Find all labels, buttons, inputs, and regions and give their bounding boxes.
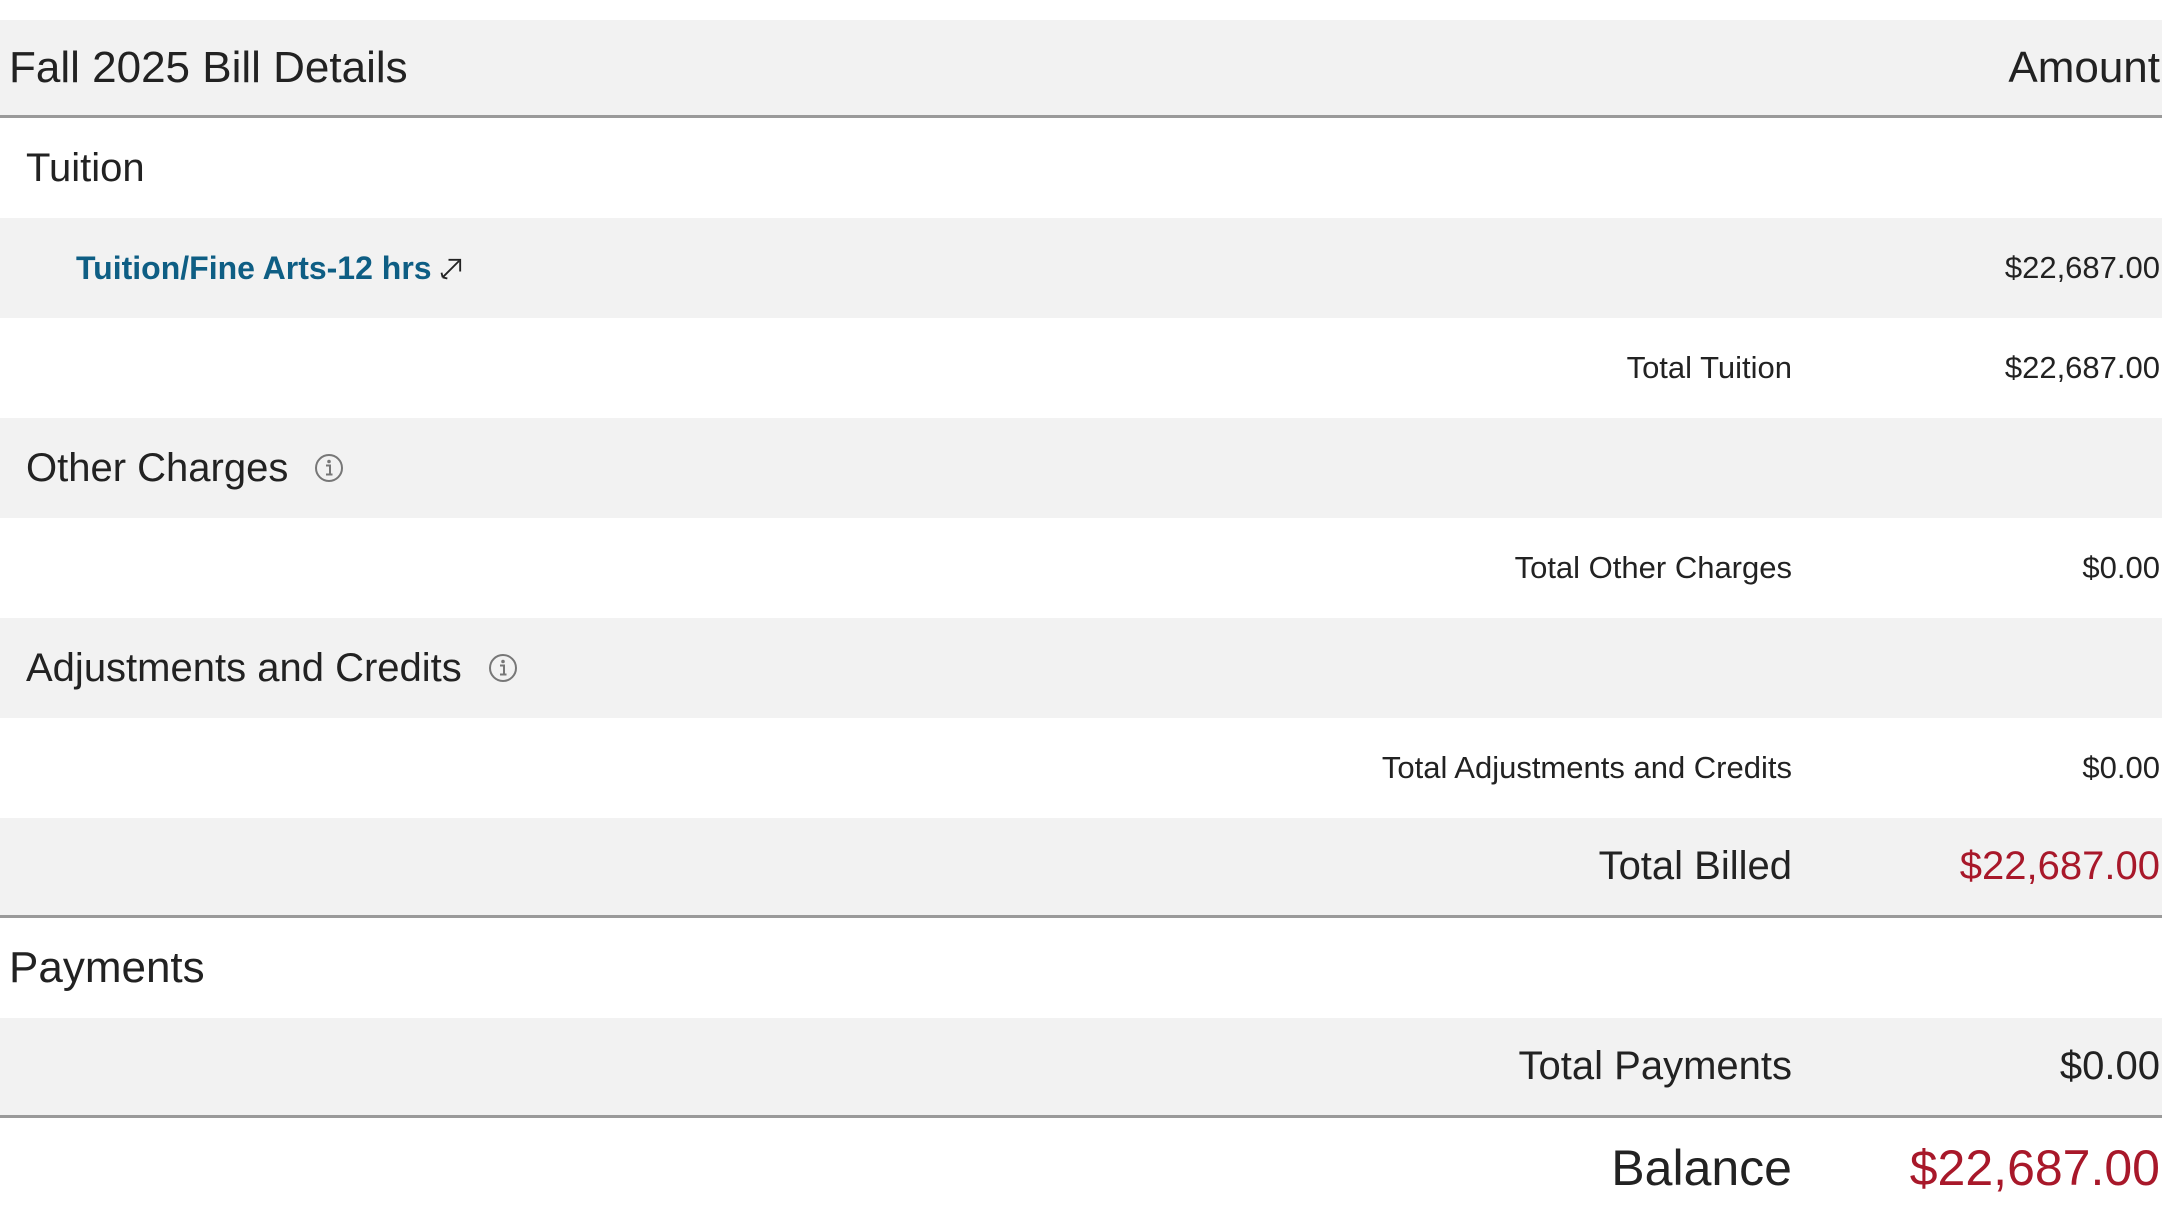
adjustments-section-header: Adjustments and Credits [0, 618, 2162, 718]
bill-details-title: Fall 2025 Bill Details [9, 42, 408, 92]
total-other-charges-amount: $0.00 [2082, 550, 2160, 585]
other-charges-title-text: Other Charges [26, 445, 289, 490]
bill-details-table: Fall 2025 Bill Details Amount Tuition Tu… [0, 20, 2162, 1218]
total-adjustments-label: Total Adjustments and Credits [1381, 750, 1792, 785]
balance-amount: $22,687.00 [1909, 1140, 2160, 1196]
amount-column-header: Amount [2008, 42, 2160, 92]
payments-section-title: Payments [9, 943, 205, 992]
tuition-line-item-amount: $22,687.00 [2004, 250, 2160, 285]
total-payments-amount: $0.00 [2059, 1044, 2160, 1088]
total-billed-amount: $22,687.00 [1959, 844, 2160, 888]
payments-section-header: Payments [0, 918, 2162, 1018]
tuition-line-item-label: Tuition/Fine Arts-12 hrs [76, 249, 432, 286]
total-other-charges-label: Total Other Charges [1514, 550, 1792, 585]
total-other-charges-row: Total Other Charges $0.00 [0, 518, 2162, 618]
tuition-section-header: Tuition [0, 118, 2162, 218]
tuition-section-title: Tuition [26, 145, 145, 190]
other-charges-section-header: Other Charges [0, 418, 2162, 518]
total-adjustments-row: Total Adjustments and Credits $0.00 [0, 718, 2162, 818]
total-tuition-amount: $22,687.00 [2004, 350, 2160, 385]
total-payments-row: Total Payments $0.00 [0, 1018, 2162, 1118]
tuition-line-item-link[interactable]: Tuition/Fine Arts-12 hrs [76, 250, 466, 287]
balance-label: Balance [1611, 1140, 1792, 1196]
balance-row: Balance $22,687.00 [0, 1118, 2162, 1218]
total-billed-row: Total Billed $22,687.00 [0, 818, 2162, 918]
total-adjustments-amount: $0.00 [2082, 750, 2160, 785]
total-tuition-label: Total Tuition [1626, 350, 1792, 385]
adjustments-title-text: Adjustments and Credits [26, 645, 462, 690]
other-charges-section-title: Other Charges [26, 446, 344, 491]
table-row: Tuition/Fine Arts-12 hrs $22,687.00 [0, 218, 2162, 318]
total-tuition-row: Total Tuition $22,687.00 [0, 318, 2162, 418]
table-header: Fall 2025 Bill Details Amount [0, 20, 2162, 118]
external-link-icon [440, 258, 461, 280]
info-circle-icon[interactable] [314, 453, 344, 483]
total-payments-label: Total Payments [1518, 1044, 1792, 1088]
info-circle-icon[interactable] [488, 653, 518, 683]
adjustments-section-title: Adjustments and Credits [26, 646, 518, 691]
total-billed-label: Total Billed [1598, 844, 1792, 888]
